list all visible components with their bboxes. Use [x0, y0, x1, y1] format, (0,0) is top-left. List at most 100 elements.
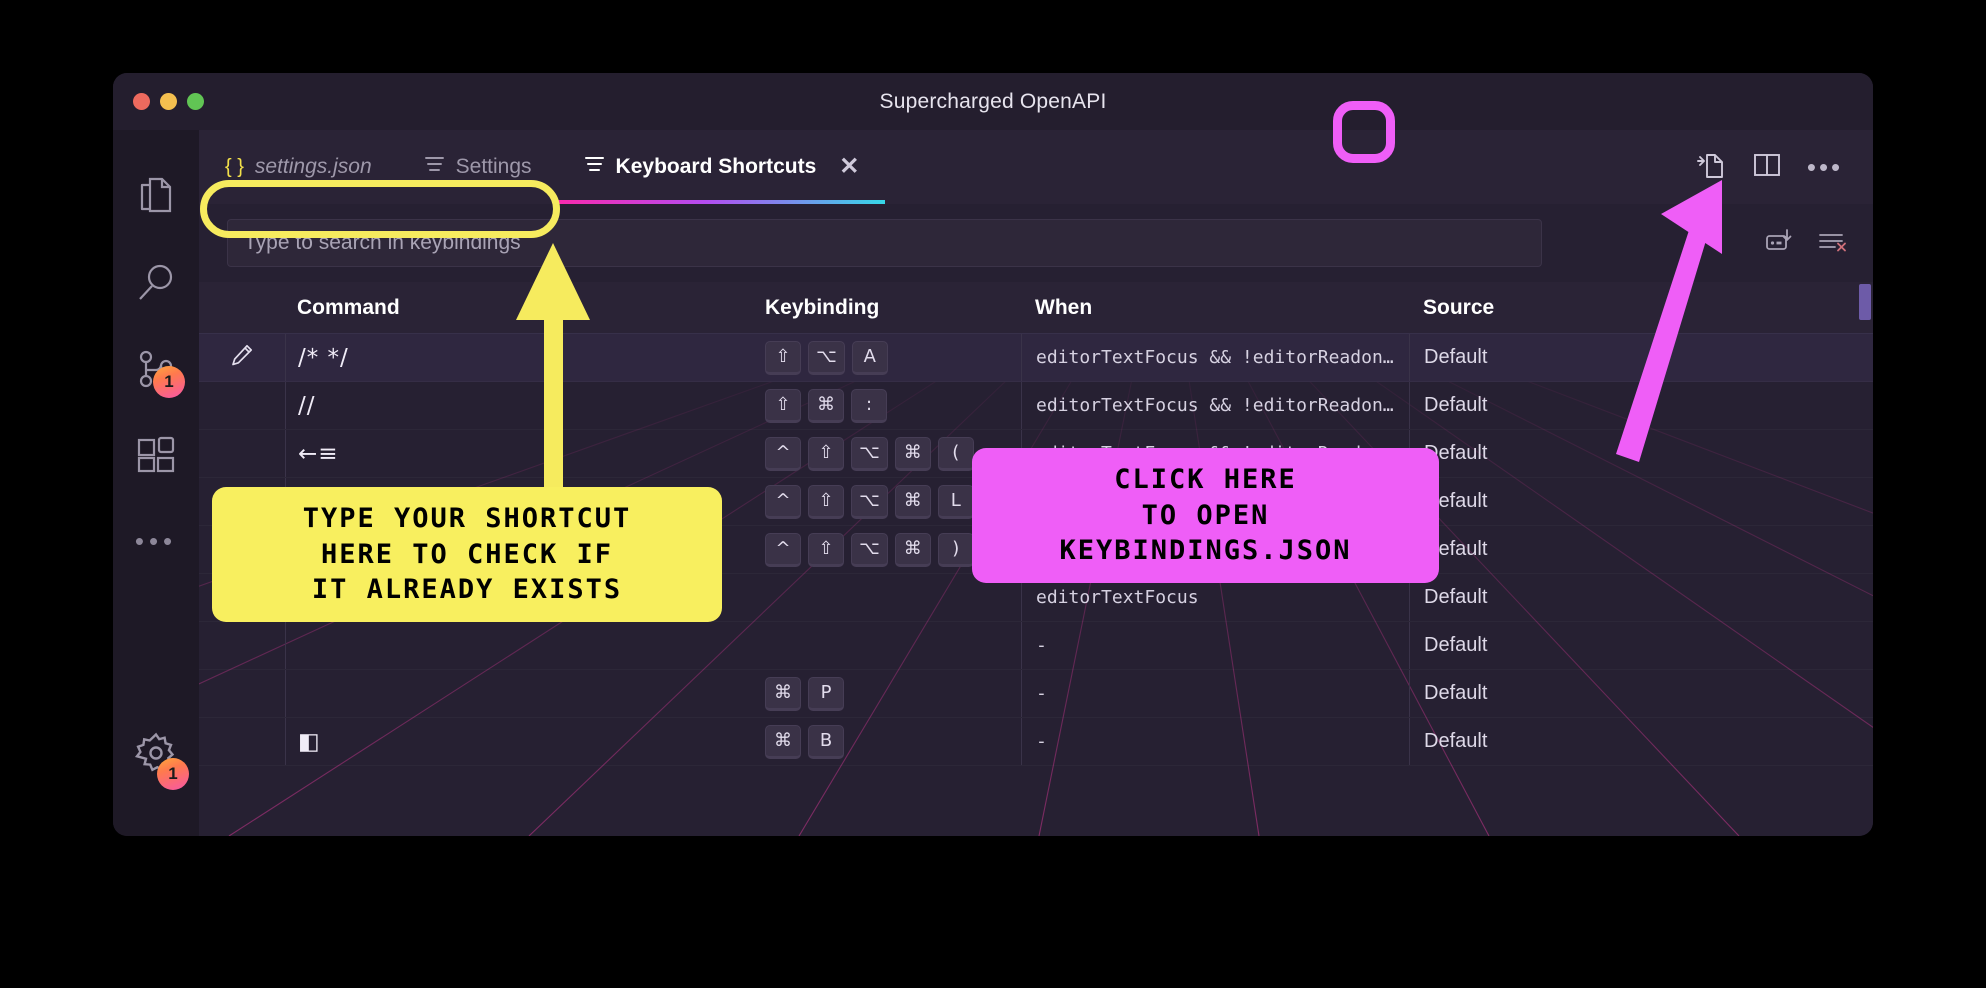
column-header-keybinding[interactable]: Keybinding [765, 296, 1021, 320]
key-chip: L [937, 484, 974, 519]
record-keys-button[interactable] [1765, 227, 1795, 260]
tab-strip: { } settings.json Settings Keyboard Shor… [199, 130, 1873, 204]
tab-keyboard-shortcuts[interactable]: Keyboard Shortcuts ✕ [557, 130, 886, 204]
table-body: /* */⇧ ⌥ AeditorTextFocus && !editorReadon… [199, 334, 1873, 766]
close-tab-button[interactable]: ✕ [839, 155, 859, 179]
table-row[interactable]: - Default [199, 622, 1873, 670]
tab-settings-json[interactable]: { } settings.json [199, 130, 398, 204]
column-header-source[interactable]: Source [1409, 296, 1873, 320]
key-chip: ⌥ [851, 436, 888, 471]
cell-source: Default [1409, 430, 1873, 477]
command-label: /* */ [298, 344, 349, 371]
search-row: Type to search in keybindings [199, 204, 1873, 282]
table-row[interactable]: ⌘ P - Default [199, 670, 1873, 718]
cell-when: editorTextFocus [1021, 526, 1409, 573]
files-icon [136, 175, 176, 219]
split-editor-button[interactable] [1745, 145, 1789, 189]
key-chip: : [851, 388, 887, 423]
split-editor-icon [1753, 152, 1781, 183]
cell-command: /* */ [285, 334, 765, 381]
table-row[interactable]: //⇧ ⌘: editorTextFocus && !editorReadon… De… [199, 382, 1873, 430]
key-chip: P [808, 676, 844, 711]
maximize-window-button[interactable] [187, 93, 204, 110]
key-chip: B [808, 724, 844, 759]
close-window-button[interactable] [133, 93, 150, 110]
cell-command: // [285, 382, 765, 429]
settings-lines-icon [424, 155, 445, 179]
ellipsis-icon: ••• [1806, 152, 1844, 182]
column-header-when[interactable]: When [1021, 296, 1409, 320]
cell-source: Default [1409, 382, 1873, 429]
keybindings-table: Command Keybinding When Source /* */⇧ ⌥ Ae… [199, 282, 1873, 836]
clear-search-button[interactable] [1817, 229, 1847, 258]
table-scrollbar-thumb[interactable] [1859, 284, 1871, 320]
sidebar-item-extensions[interactable] [113, 412, 199, 498]
open-file-json-icon [1694, 149, 1724, 186]
sidebar-item-explorer[interactable] [113, 154, 199, 240]
table-row[interactable]: →} ^ ⇧ ⌥ ⌘ LeditorTextFocus Default [199, 478, 1873, 526]
titlebar: Supercharged OpenAPI [113, 73, 1873, 130]
sidebar-item-search[interactable] [113, 240, 199, 326]
tab-settings[interactable]: Settings [398, 130, 558, 204]
cell-command: ←≡ [285, 430, 765, 477]
cell-when: - [1021, 670, 1409, 717]
extensions-icon [135, 434, 177, 476]
tab-label: settings.json [254, 155, 372, 178]
key-chip: ⌘ [808, 388, 844, 423]
table-row[interactable]: editorTextFocus Default [199, 574, 1873, 622]
table-row[interactable]: /* */ ⇧ ⌥ AeditorTextFocus && !editorReadon… [199, 334, 1873, 382]
row-edit-cell[interactable] [199, 343, 285, 372]
cell-when: editorTextFocus && !editorReadon… [1021, 334, 1409, 381]
minimize-window-button[interactable] [160, 93, 177, 110]
cell-source: Default [1409, 478, 1873, 525]
table-row[interactable]: ◧ ⌘ B - Default [199, 718, 1873, 766]
key-chip: ⌥ [808, 340, 845, 375]
more-actions-button[interactable]: ••• [1803, 145, 1847, 189]
key-chip: ⇧ [808, 532, 844, 567]
search-input[interactable]: Type to search in keybindings [227, 219, 1542, 267]
cell-when: - [1021, 718, 1409, 765]
cell-source: Default [1409, 622, 1873, 669]
open-keybindings-json-button[interactable] [1687, 145, 1731, 189]
column-header-command[interactable]: Command [199, 296, 765, 320]
key-chip: ⇧ [808, 484, 844, 519]
command-label: ←≡ [298, 440, 339, 467]
table-row[interactable]: →≡ ^ ⇧ ⌥ ⌘) editorTextFocus Default [199, 526, 1873, 574]
key-chip: ⌘ [765, 724, 801, 759]
key-chip: ⌘ [765, 676, 801, 711]
sidebar-item-more[interactable]: ••• [113, 498, 199, 584]
cell-keybinding: ⇧ ⌘: [765, 388, 1021, 423]
cell-when: editorTextFocus [1021, 478, 1409, 525]
window-title: Supercharged OpenAPI [879, 89, 1107, 113]
window-body: 1 ••• 1 {} settings.json Settings Keybo… [113, 130, 1873, 836]
cell-keybinding: ^ ⇧ ⌥ ⌘ L [765, 484, 1021, 519]
key-chip: ⌘ [894, 484, 931, 519]
settings-badge: 1 [157, 758, 189, 790]
cell-keybinding: ^ ⇧ ⌥ ⌘( [765, 436, 1021, 471]
cell-source: Default [1409, 574, 1873, 621]
cell-command: →} [285, 478, 765, 525]
search-actions [1765, 227, 1847, 260]
cell-source: Default [1409, 670, 1873, 717]
tab-label: Settings [455, 155, 532, 178]
key-chip: A [851, 340, 888, 375]
cell-source: Default [1409, 718, 1873, 765]
sidebar-item-manage-settings[interactable]: 1 [113, 710, 199, 796]
table-header-row: Command Keybinding When Source [199, 282, 1873, 334]
key-chip: ⇧ [808, 436, 844, 471]
editor-area: { } settings.json Settings Keyboard Shor… [199, 130, 1873, 836]
cell-command [285, 622, 765, 669]
search-placeholder: Type to search in keybindings [244, 231, 521, 254]
key-chip: ⇧ [765, 388, 801, 423]
cell-source: Default [1409, 334, 1873, 381]
cell-when: editorTextFocus && !editorReadon… [1021, 430, 1409, 477]
key-chip: ) [937, 532, 974, 567]
key-chip: ( [937, 436, 974, 471]
command-label: →} [298, 488, 334, 515]
table-row[interactable]: ←≡ ^ ⇧ ⌥ ⌘(editorTextFocus && !editorReadon…… [199, 430, 1873, 478]
json-braces-icon: { } [225, 155, 244, 178]
sidebar-item-source-control[interactable]: 1 [113, 326, 199, 412]
activity-bar: 1 ••• 1 [113, 130, 199, 836]
cell-when: editorTextFocus [1021, 574, 1409, 621]
cell-source: Default [1409, 526, 1873, 573]
